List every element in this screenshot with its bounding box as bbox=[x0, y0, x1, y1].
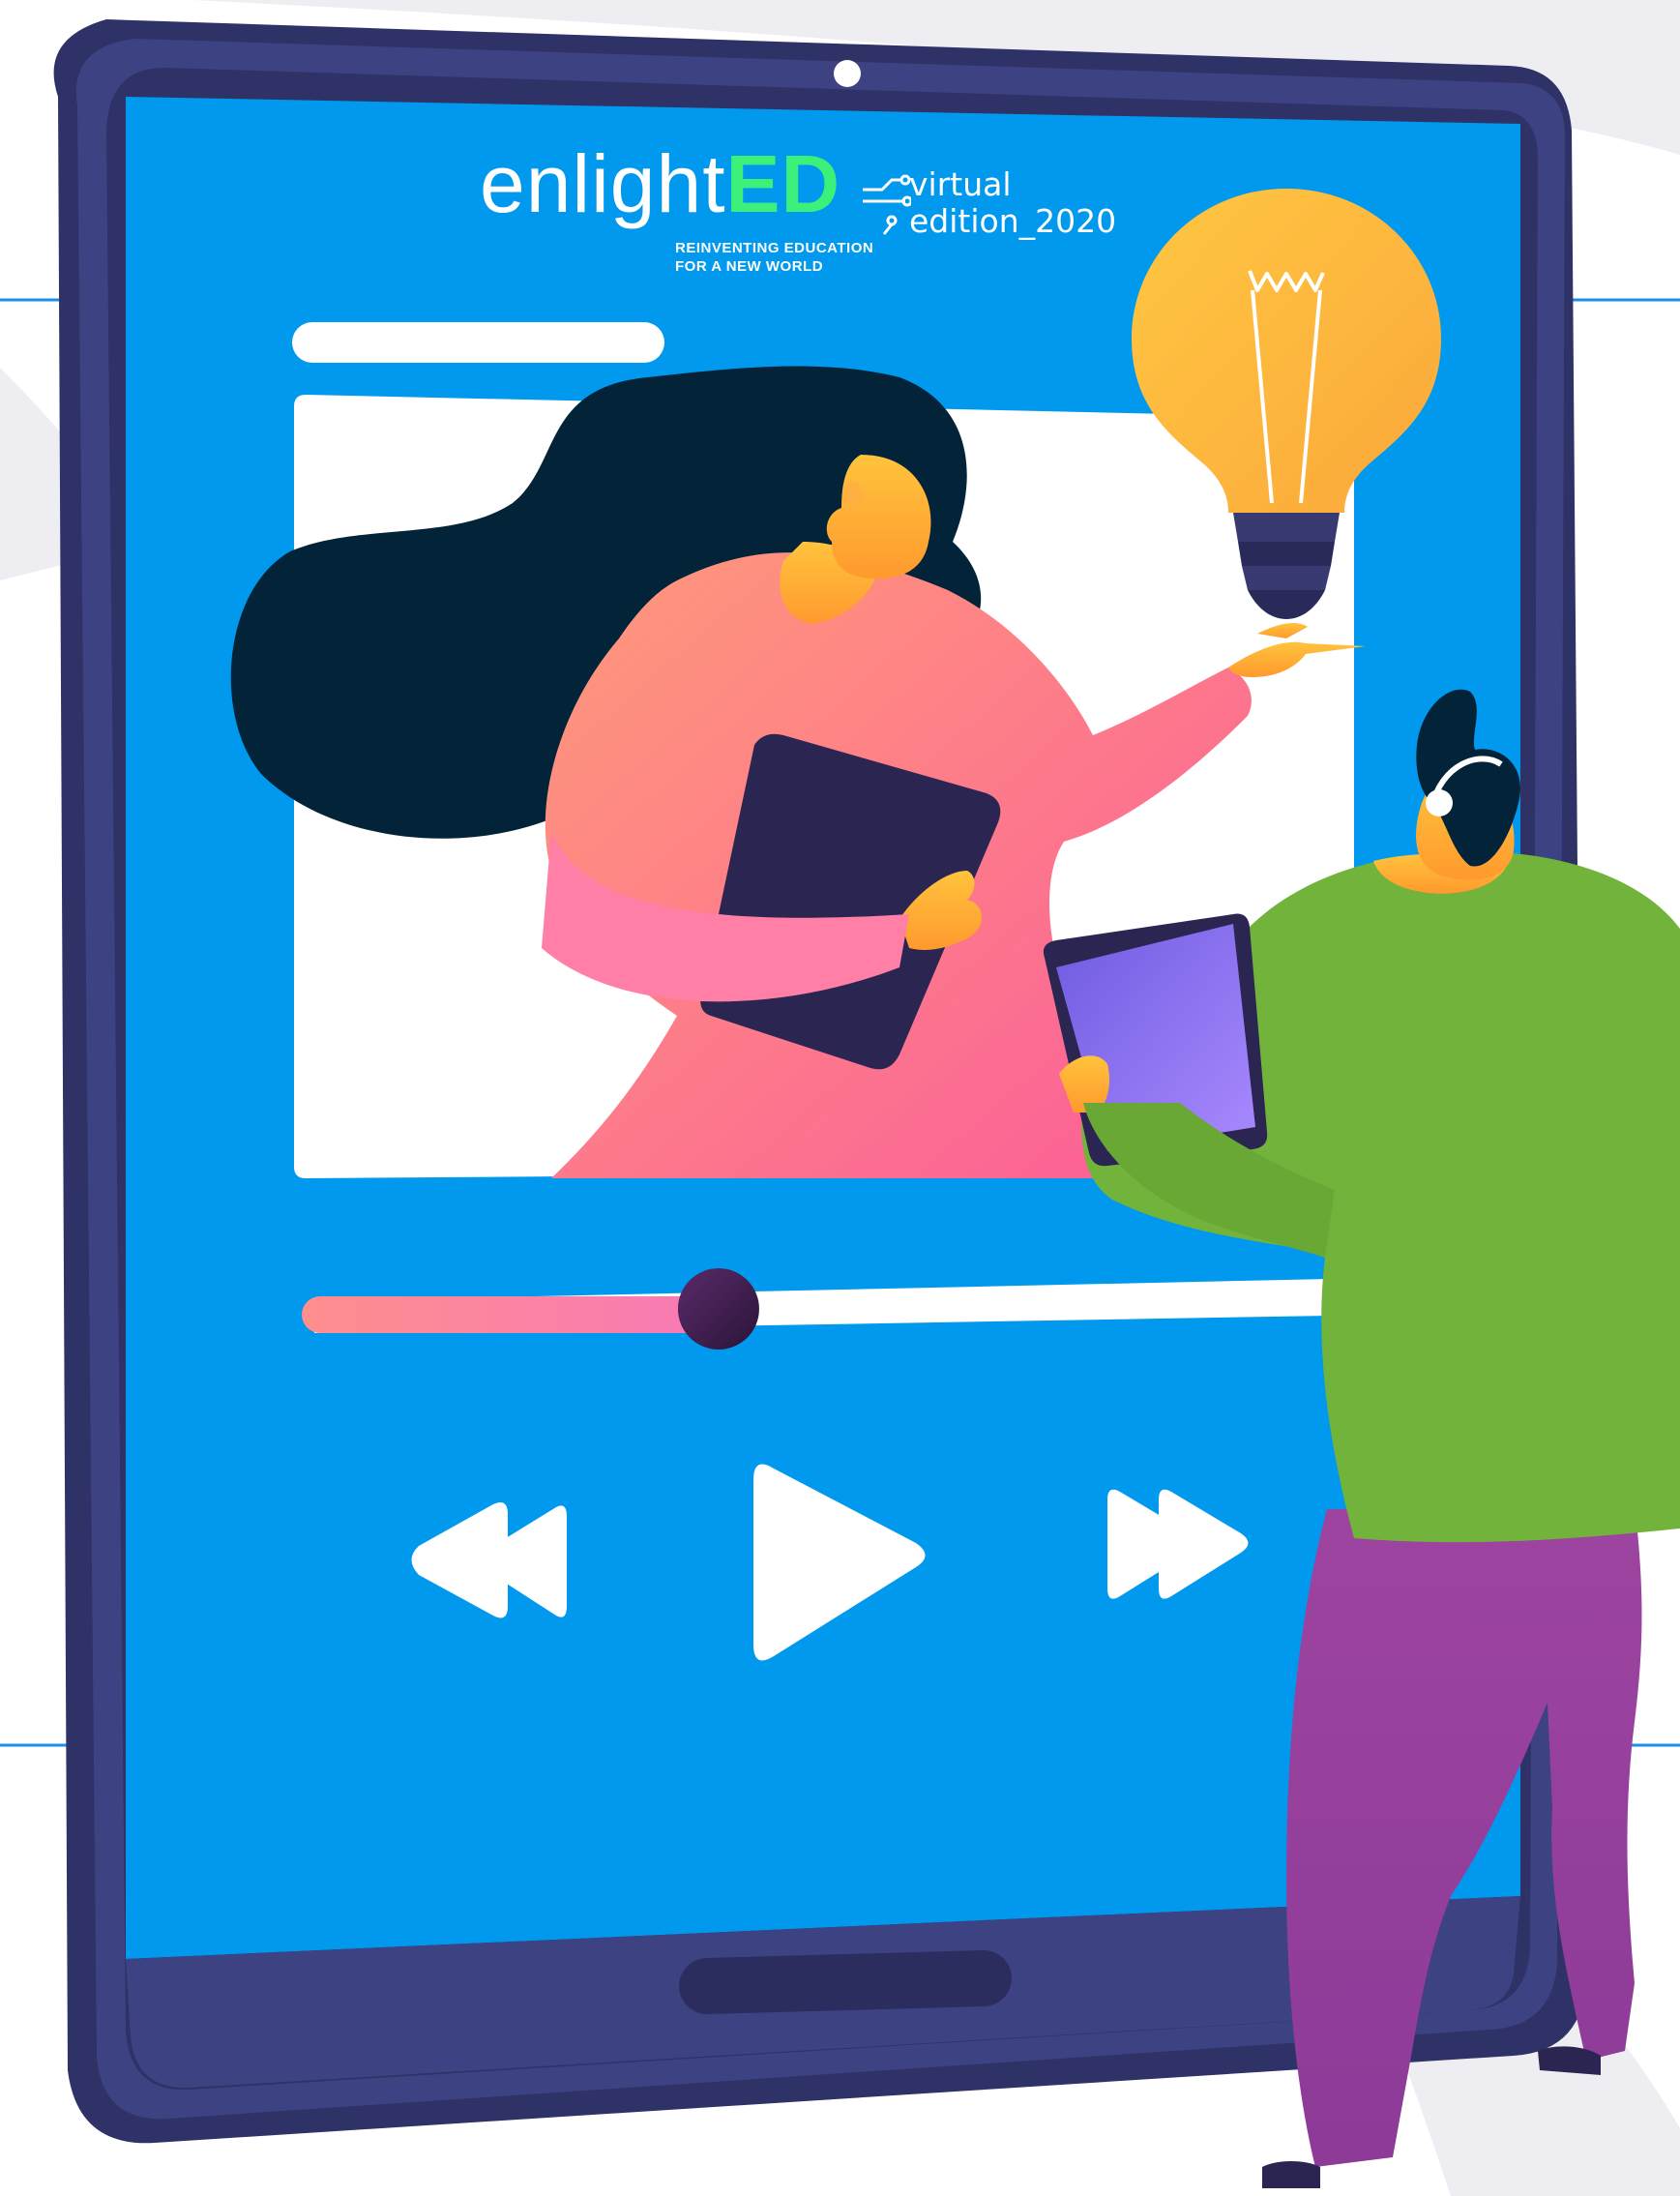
progress-fill bbox=[302, 1296, 719, 1333]
tagline-line2: FOR A NEW WORLD bbox=[675, 258, 824, 275]
home-button[interactable] bbox=[678, 1949, 1012, 2015]
progress-knob[interactable] bbox=[677, 1268, 759, 1350]
tagline-line1: REINVENTING EDUCATION bbox=[675, 240, 874, 256]
edition-line2: edition_2020 bbox=[909, 202, 1117, 240]
brand-name-part2: ED bbox=[725, 138, 841, 229]
circuit-icon bbox=[863, 174, 911, 235]
student-shoe bbox=[1262, 2161, 1320, 2188]
edition-line1: virtual bbox=[909, 165, 1012, 203]
teacher-ear bbox=[843, 482, 863, 509]
video-title-placeholder bbox=[292, 322, 664, 363]
brand-logo: enlightED bbox=[480, 143, 840, 224]
tablet-illustration bbox=[0, 0, 1680, 2196]
camera-icon bbox=[834, 60, 861, 87]
headphones-icon bbox=[1426, 789, 1453, 816]
brand-tagline: REINVENTING EDUCATION FOR A NEW WORLD bbox=[675, 239, 873, 276]
brand-name-part1: enlight bbox=[480, 138, 726, 229]
edition-label: virtual edition_2020 bbox=[909, 166, 1116, 240]
illustration-stage: enlightED virtual edition_2020 REINVENTI… bbox=[0, 0, 1680, 2196]
